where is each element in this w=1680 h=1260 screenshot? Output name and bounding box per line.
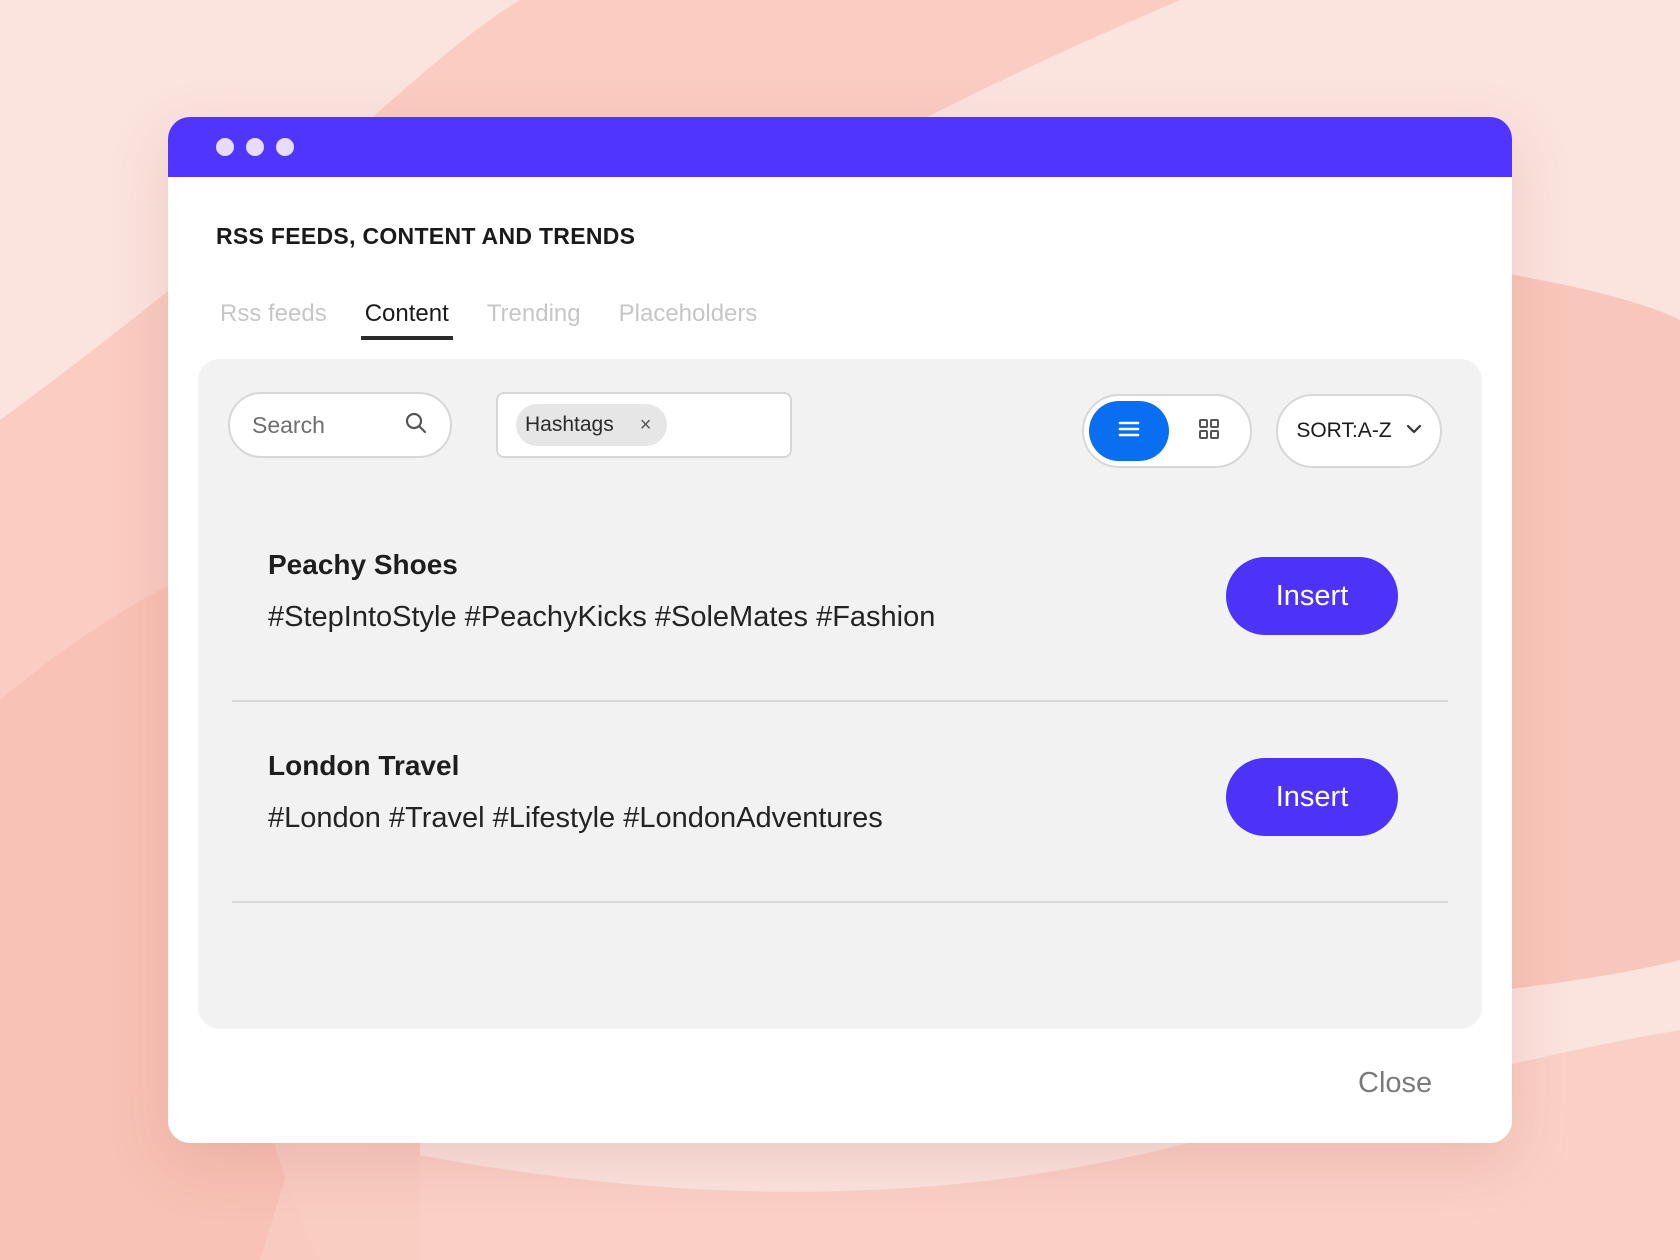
tab-rss-feeds[interactable]: Rss feeds [216, 300, 331, 340]
window-dot-2[interactable] [246, 138, 264, 156]
search-icon[interactable] [404, 411, 428, 440]
search-placeholder: Search [252, 411, 325, 438]
insert-button[interactable]: Insert [1226, 557, 1398, 635]
view-toggle [1082, 394, 1252, 468]
grid-view-button[interactable] [1169, 401, 1249, 461]
item-title: London Travel [268, 750, 460, 781]
list-item: London Travel #London #Travel #Lifestyle… [232, 702, 1448, 903]
item-title: Peachy Shoes [268, 549, 458, 580]
chevron-down-icon [1406, 422, 1422, 440]
content-panel: Search Hashtags × SORT:A-Z Peachy Shoes … [198, 359, 1482, 1029]
dialog-title: RSS FEEDS, CONTENT AND TRENDS [216, 223, 636, 249]
tab-trending[interactable]: Trending [483, 300, 585, 340]
tab-bar: Rss feeds Content Trending Placeholders [216, 300, 791, 340]
tab-placeholders[interactable]: Placeholders [615, 300, 762, 340]
list-view-button[interactable] [1089, 401, 1169, 461]
item-hashtags: #London #Travel #Lifestyle #LondonAdvent… [268, 802, 883, 834]
search-input[interactable]: Search [228, 392, 452, 458]
title-bar [168, 117, 1512, 177]
dialog-window: RSS FEEDS, CONTENT AND TRENDS Rss feeds … [168, 117, 1512, 1143]
tab-content[interactable]: Content [360, 300, 453, 340]
insert-button[interactable]: Insert [1226, 758, 1398, 836]
filter-chip-label: Hashtags [525, 413, 614, 436]
window-dot-1[interactable] [216, 138, 234, 156]
item-hashtags: #StepIntoStyle #PeachyKicks #SoleMates #… [268, 601, 936, 633]
sort-label: SORT:A-Z [1296, 419, 1392, 442]
list-item: Peachy Shoes #StepIntoStyle #PeachyKicks… [232, 501, 1448, 702]
hashtag-filter-field[interactable]: Hashtags × [496, 392, 792, 458]
sort-dropdown[interactable]: SORT:A-Z [1276, 394, 1442, 468]
filter-chip-hashtags[interactable]: Hashtags × [516, 404, 668, 446]
grid-view-icon [1197, 417, 1221, 446]
list-view-icon [1117, 419, 1141, 444]
close-button[interactable]: Close [1358, 1067, 1432, 1100]
window-dot-3[interactable] [276, 138, 294, 156]
close-icon[interactable]: × [640, 415, 652, 435]
